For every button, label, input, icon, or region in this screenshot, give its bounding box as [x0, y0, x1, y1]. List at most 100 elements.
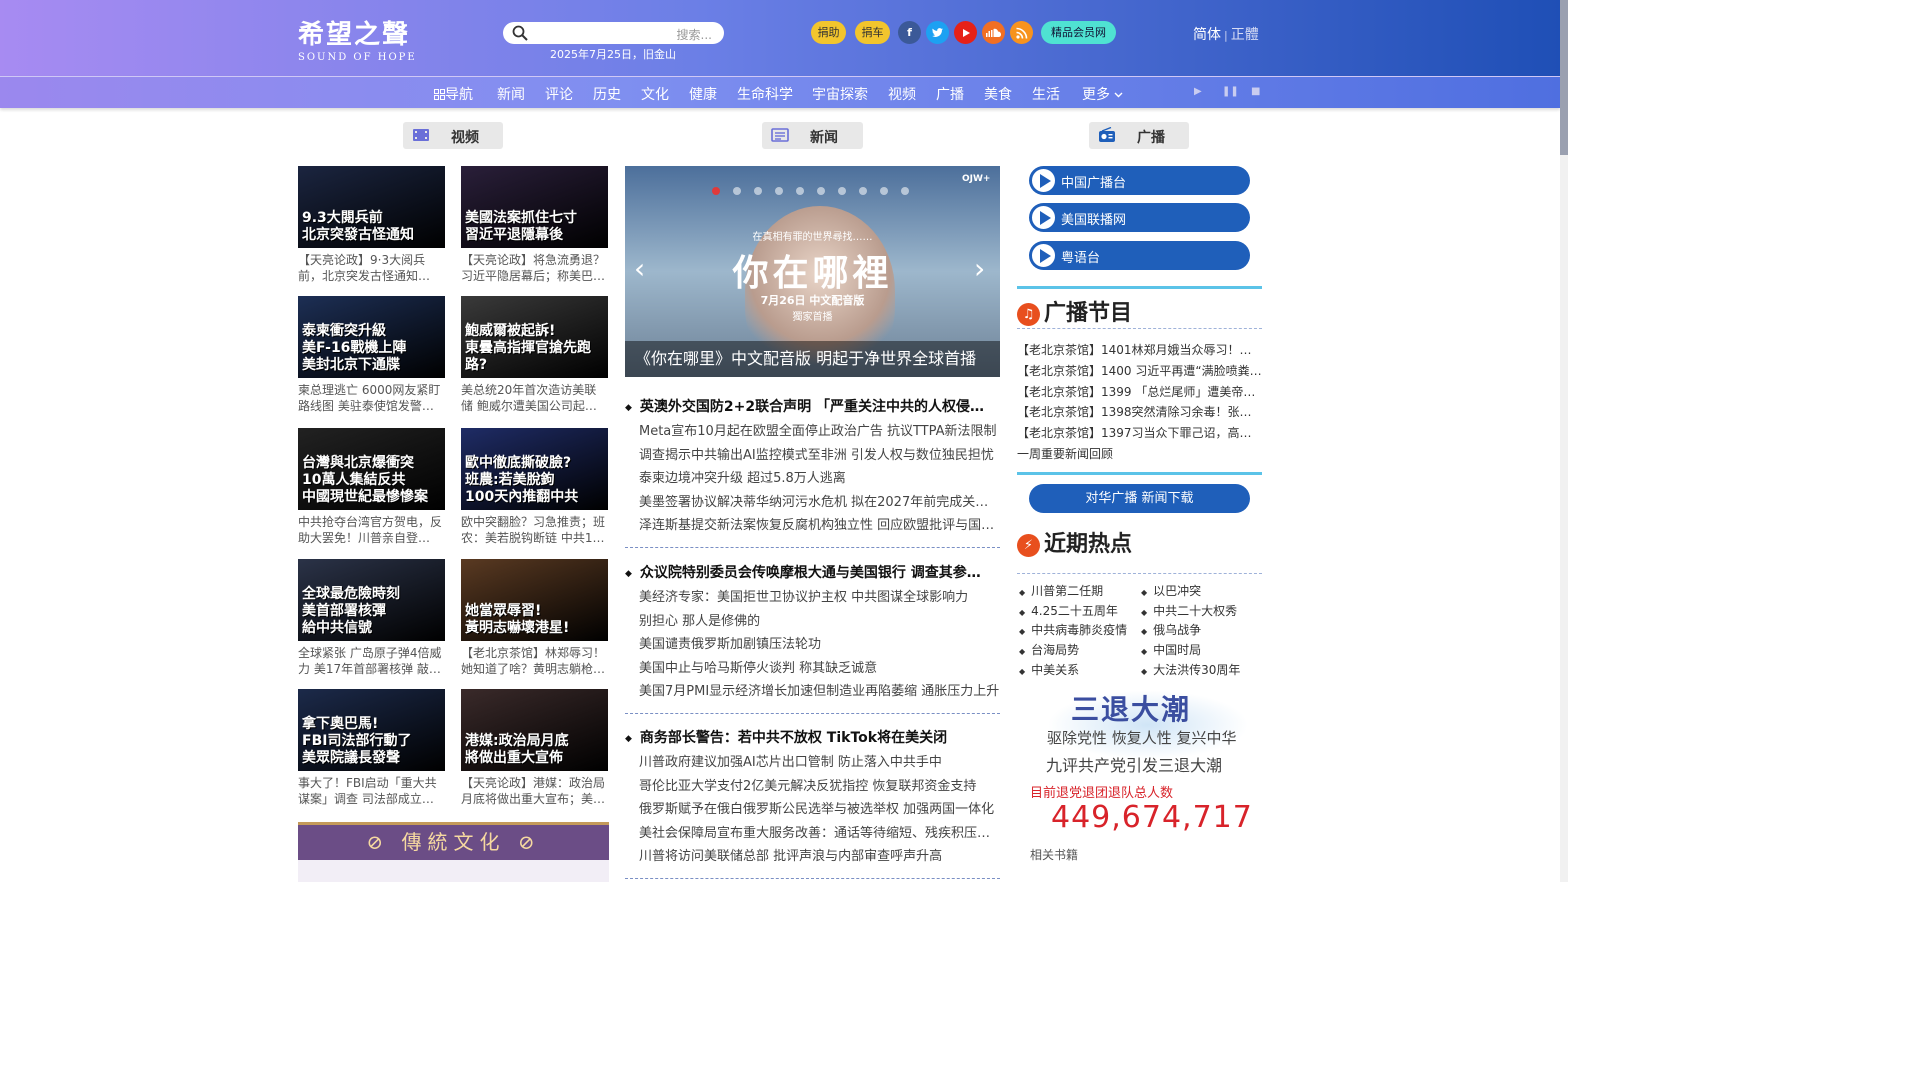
hot-topic-link[interactable]: ◆ 川普第二任期 [1019, 582, 1103, 599]
hot-topic-link[interactable]: ◆ 以巴冲突 [1141, 582, 1201, 599]
site-logo[interactable]: 希望之聲 SOUND OF HOPE [298, 14, 417, 63]
slider-dot[interactable] [880, 187, 888, 195]
slider-dot[interactable] [796, 187, 804, 195]
nav-item-universe[interactable]: 宇宙探索 [812, 84, 868, 104]
news-headline-lead[interactable]: ◆ 英澳外交国防2+2联合声明 「严重关注中共的人权侵犯」 [625, 396, 1000, 416]
news-item[interactable]: 美国谴责俄罗斯加剧镇压法轮功 [625, 633, 1000, 652]
youtube-icon[interactable] [954, 21, 977, 44]
news-headline-lead[interactable]: ◆ 商务部长警告：若中共不放权 TikTok将在美关闭 [625, 727, 1000, 747]
video-caption[interactable]: 【天亮论政】港媒：政治局月底将做出重大宣布；美… [461, 775, 608, 807]
lang-traditional[interactable]: 正體 [1231, 27, 1259, 43]
video-caption[interactable]: 【老北京茶馆】林郑辱习！她知道了啥？黄明志躺枪… [461, 645, 608, 677]
traditional-culture-banner[interactable]: ⊘ 傳統文化 ⊘ [298, 822, 609, 860]
page-scrollbar[interactable] [1560, 0, 1568, 882]
video-caption[interactable]: 柬总理逃亡 6000网友紧盯路线图 美驻泰使馆发警… [298, 382, 445, 414]
hot-topic-link[interactable]: ◆ 中共二十大权秀 [1141, 602, 1237, 619]
nav-item-health[interactable]: 健康 [689, 84, 717, 104]
video-card[interactable]: 泰柬衝突升級 美F-16戰機上陣 美封北京下通牒柬总理逃亡 6000网友紧盯路线… [298, 296, 445, 414]
video-card[interactable]: 歐中徹底撕破臉? 班農:若美脫鉤 100天內推翻中共欧中突翻脸？习急推责；班农：… [461, 428, 608, 546]
nav-item-life[interactable]: 生活 [1032, 84, 1060, 104]
nav-item-guide[interactable]: 导航 [434, 84, 473, 104]
featured-slider[interactable]: 在真相有罪的世界尋找…… 你在哪裡 7月26日 中文配音版 獨家首播 《你在哪里… [625, 166, 1000, 377]
video-thumbnail[interactable]: 全球最危險時刻 美首部署核彈 給中共信號 [298, 559, 445, 641]
nav-item-life-science[interactable]: 生命科学 [737, 84, 793, 104]
lang-simplified[interactable]: 简体 [1193, 27, 1221, 43]
video-thumbnail[interactable]: 9.3大閱兵前 北京突發古怪通知 [298, 166, 445, 248]
hot-topic-link[interactable]: ◆ 大法洪传30周年 [1141, 661, 1240, 678]
related-books-link[interactable]: 相关书籍 [1030, 846, 1078, 863]
nav-item-radio[interactable]: 广播 [936, 84, 964, 104]
radio-station-china[interactable]: 中国广播台 [1029, 166, 1250, 195]
nav-item-food[interactable]: 美食 [984, 84, 1012, 104]
news-item[interactable]: 美墨签署协议解决蒂华纳河污水危机 拟在2027年前完成关键… [625, 491, 1000, 510]
news-item[interactable]: 川普将访问美联储总部 批评声浪与内部审查呼声升高 [625, 845, 1000, 864]
video-card[interactable]: 拿下奧巴馬! FBI司法部行動了 美眾院議長發聲 事大了！FBI启动「重大共谋案」… [298, 689, 445, 807]
video-card[interactable]: 港媒:政治局月底 將做出重大宣佈 【天亮论政】港媒：政治局月底将做出重大宣布；美… [461, 689, 608, 807]
slider-dot[interactable] [901, 187, 909, 195]
news-item[interactable]: 别担心 那人是修佛的 [625, 610, 1000, 629]
radio-program-item[interactable]: 【老北京茶馆】1400 习近平再遭“满脸喷粪”？… [1017, 362, 1262, 379]
nav-item-news[interactable]: 新闻 [497, 84, 525, 104]
news-item[interactable]: 俄罗斯赋予在俄白俄罗斯公民选举与被选举权 加强两国一体化 [625, 798, 1000, 817]
news-item[interactable]: 调查揭示中共输出AI监控模式至非洲 引发人权与数位独民担忧 [625, 444, 1000, 463]
radio-download-button[interactable]: 对华广播 新闻下载 [1029, 484, 1250, 513]
video-thumbnail[interactable]: 泰柬衝突升級 美F-16戰機上陣 美封北京下通牒 [298, 296, 445, 378]
news-item[interactable]: 哥伦比亚大学支付2亿美元解决反犹指控 恢复联邦资金支持 [625, 775, 1000, 794]
scrollbar-thumb[interactable] [1560, 0, 1568, 155]
news-item[interactable]: 泰柬边境冲突升级 超过5.8万人逃离 [625, 467, 1000, 486]
facebook-icon[interactable]: f [898, 21, 921, 44]
news-item[interactable]: Meta宣布10月起在欧盟全面停止政治广告 抗议TTPA新法限制 [625, 420, 1000, 439]
radio-program-item[interactable]: 【老北京茶馆】1399 「总烂尾师」遭美帝拿… [1017, 383, 1262, 400]
news-item[interactable]: 美国中止与哈马斯停火谈判 称其缺乏诚意 [625, 657, 1000, 676]
hot-topic-link[interactable]: ◆ 中美关系 [1019, 661, 1079, 678]
video-caption[interactable]: 全球紧张 广岛原子弹4倍威力 美17年首部署核弹 敲… [298, 645, 445, 677]
slider-prev-arrow[interactable]: ‹ [634, 252, 645, 285]
news-headline-lead[interactable]: ◆ 众议院特别委员会传唤摩根大通与美国银行 调查其参… [625, 562, 1000, 582]
hot-topic-link[interactable]: ◆ 中共病毒肺炎疫情 [1019, 621, 1127, 638]
tab-news[interactable]: 新闻 [762, 122, 863, 149]
news-item[interactable]: 美国7月PMI显示经济增长加速但制造业再陷萎缩 通胀压力上升 [625, 680, 1000, 699]
video-caption[interactable]: 【天亮论政】9·3大阅兵前，北京突发古怪通知… [298, 252, 445, 284]
news-item[interactable]: 川普政府建议加强AI芯片出口管制 防止落入中共手中 [625, 751, 1000, 770]
news-item[interactable]: 美社会保障局宣布重大服务改善：通话等待缩短、残疾积压… [625, 822, 1000, 841]
video-card[interactable]: 她當眾辱習! 黃明志嚇壞港星! 【老北京茶馆】林郑辱习！她知道了啥？黄明志躺枪… [461, 559, 608, 677]
vip-member-button[interactable]: 精品会员网 [1041, 21, 1116, 44]
video-thumbnail[interactable]: 拿下奧巴馬! FBI司法部行動了 美眾院議長發聲 [298, 689, 445, 771]
twitter-icon[interactable] [926, 21, 949, 44]
nav-item-more[interactable]: 更多 [1082, 84, 1123, 104]
video-card[interactable]: 9.3大閱兵前 北京突發古怪通知【天亮论政】9·3大阅兵前，北京突发古怪通知… [298, 166, 445, 284]
pause-icon[interactable]: ❚❚ [1222, 86, 1239, 97]
video-thumbnail[interactable]: 歐中徹底撕破臉? 班農:若美脫鉤 100天內推翻中共 [461, 428, 608, 510]
slider-dot[interactable] [838, 187, 846, 195]
slider-caption[interactable]: 《你在哪里》中文配音版 明起于净世界全球首播 [625, 341, 1000, 377]
slider-dot[interactable] [775, 187, 783, 195]
hot-topic-link[interactable]: ◆ 台海局势 [1019, 641, 1079, 658]
slider-dot[interactable] [712, 187, 720, 195]
radio-station-cantonese[interactable]: 粤语台 [1029, 241, 1250, 270]
rss-icon[interactable] [1010, 21, 1033, 44]
video-caption[interactable]: 【天亮论政】将急流勇退？习近平隐居幕后；称美巴… [461, 252, 608, 284]
soundcloud-icon[interactable] [982, 21, 1005, 44]
video-caption[interactable]: 欧中突翻脸？习急推责；班农：美若脱钩断链 中共1… [461, 514, 608, 546]
car-donate-button[interactable]: 捐车 [855, 21, 890, 44]
tab-video[interactable]: 视频 [403, 122, 503, 149]
search-input[interactable]: 搜索... [503, 22, 724, 44]
radio-station-us[interactable]: 美国联播网 [1029, 203, 1250, 232]
quit-party-title[interactable]: 三退大潮 [1071, 688, 1191, 728]
video-card[interactable]: 美國法案抓住七寸 習近平退隱幕後【天亮论政】将急流勇退？习近平隐居幕后；称美巴… [461, 166, 608, 284]
nav-item-culture[interactable]: 文化 [641, 84, 669, 104]
video-thumbnail[interactable]: 她當眾辱習! 黃明志嚇壞港星! [461, 559, 608, 641]
nav-item-commentary[interactable]: 评论 [545, 84, 573, 104]
nav-item-video[interactable]: 视频 [888, 84, 916, 104]
video-caption[interactable]: 美总统20年首次造访美联储 鲍威尔遭美国公司起… [461, 382, 608, 414]
nav-item-history[interactable]: 历史 [593, 84, 621, 104]
news-item[interactable]: 美经济专家：美国拒世卫协议护主权 中共图谋全球影响力 [625, 586, 1000, 605]
video-thumbnail[interactable]: 鮑威爾被起訴! 東曇高指揮官搶先跑路? [461, 296, 608, 378]
video-card[interactable]: 台灣與北京爆衝突 10萬人集結反共 中國現世紀最慘慘案 中共抢夺台湾官方贺电，反助… [298, 428, 445, 546]
slider-next-arrow[interactable]: › [974, 252, 985, 285]
video-thumbnail[interactable]: 台灣與北京爆衝突 10萬人集結反共 中國現世紀最慘慘案 [298, 428, 445, 510]
play-icon[interactable]: ▶ [1194, 86, 1202, 97]
video-thumbnail[interactable]: 美國法案抓住七寸 習近平退隱幕後 [461, 166, 608, 248]
video-card[interactable]: 鮑威爾被起訴! 東曇高指揮官搶先跑路? 美总统20年首次造访美联储 鲍威尔遭美国公… [461, 296, 608, 414]
slider-dot[interactable] [859, 187, 867, 195]
